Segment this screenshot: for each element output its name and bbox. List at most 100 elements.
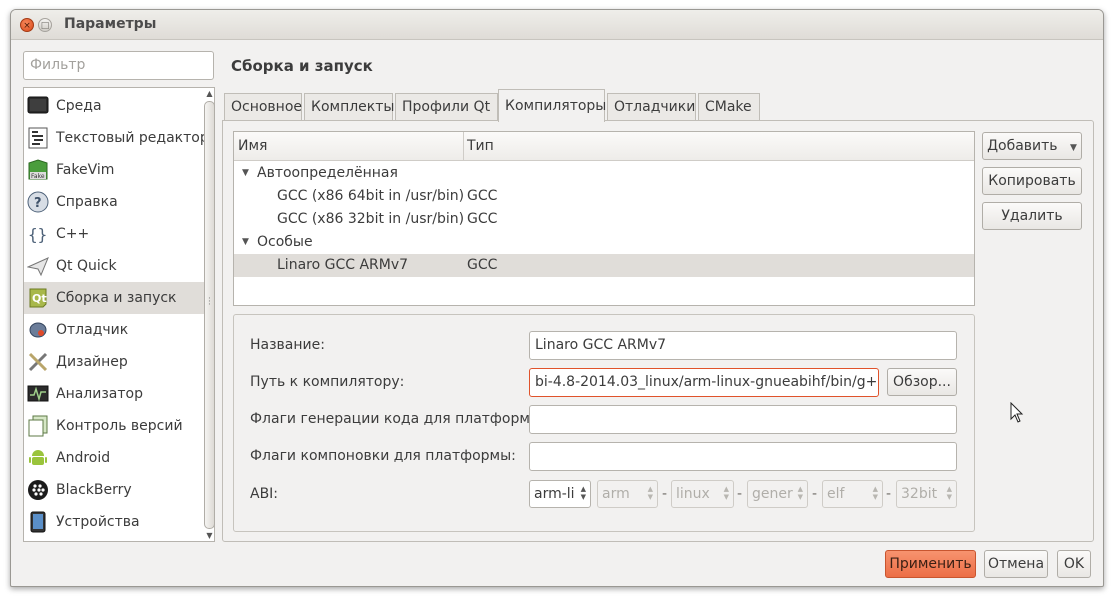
splitter-handle-icon[interactable]: · · · xyxy=(208,295,211,310)
abi-separator: - xyxy=(662,486,668,502)
abi-value: 32bit xyxy=(901,486,938,502)
abi-os-combo: linux ▲ ▼ xyxy=(671,480,734,508)
spin-arrows-icon: ▲ ▼ xyxy=(946,485,952,501)
svg-text:Fake: Fake xyxy=(31,173,45,180)
category-label: C++ xyxy=(56,226,90,242)
scrollbar-thumb[interactable] xyxy=(204,101,215,529)
scroll-up-icon[interactable]: ▲ xyxy=(204,89,215,99)
category-list: Среда Текстовый редактор Fake FakeVim ? … xyxy=(23,87,215,542)
abi-flavor-combo: gener ▲ ▼ xyxy=(747,480,808,508)
tree-row-name: Автоопределённая xyxy=(257,165,398,181)
expand-triangle-icon[interactable]: ▼ xyxy=(242,168,249,178)
version-control-icon xyxy=(27,415,49,437)
tree-row-group-manual[interactable]: ▼ Особые xyxy=(234,231,974,254)
category-item-build-run[interactable]: Qt Сборка и запуск xyxy=(24,282,204,314)
abi-width-combo: 32bit ▲ ▼ xyxy=(896,480,957,508)
browse-button[interactable]: Обзор... xyxy=(887,368,957,396)
dropdown-arrow-icon: ▼ xyxy=(1070,143,1077,153)
category-label: Анализатор xyxy=(56,386,143,402)
category-scrollbar[interactable]: ▲ ▼ xyxy=(203,87,216,542)
tree-row-name: Linaro GCC ARMv7 xyxy=(277,257,409,273)
category-item-text-editor[interactable]: Текстовый редактор xyxy=(24,122,209,154)
abi-value: elf xyxy=(827,486,845,502)
expand-triangle-icon[interactable]: ▼ xyxy=(242,237,249,247)
tree-row-type: GCC xyxy=(467,211,498,227)
link-flags-field[interactable] xyxy=(529,442,957,471)
category-item-analyzer[interactable]: Анализатор xyxy=(24,378,204,410)
tab-kits[interactable]: Комплекты xyxy=(304,93,394,121)
tree-row-name: GCC (x86 64bit in /usr/bin) xyxy=(277,188,465,204)
category-item-android[interactable]: Android xyxy=(24,442,204,474)
add-compiler-button[interactable]: Добавить ▼ xyxy=(982,132,1082,160)
remove-compiler-button[interactable]: Удалить xyxy=(982,202,1082,230)
add-button-label: Добавить xyxy=(987,138,1058,154)
tab-debuggers[interactable]: Отладчики xyxy=(607,93,696,121)
tree-row[interactable]: GCC (x86 64bit in /usr/bin) GCC xyxy=(234,185,974,208)
build-run-icon: Qt xyxy=(27,287,49,309)
help-icon: ? xyxy=(27,191,49,213)
apply-button[interactable]: Применить xyxy=(885,550,976,578)
cpp-braces-icon: {} xyxy=(27,223,49,245)
close-window-button[interactable]: × xyxy=(20,18,34,32)
category-item-cpp[interactable]: {} C++ xyxy=(24,218,204,250)
category-label: Android xyxy=(56,450,111,466)
cancel-button[interactable]: Отмена xyxy=(984,550,1048,578)
minimize-window-button[interactable]: □ xyxy=(38,18,52,32)
spin-arrows-icon[interactable]: ▲ ▼ xyxy=(581,485,586,501)
spin-arrows-icon: ▲ ▼ xyxy=(797,485,803,501)
tree-row-type: GCC xyxy=(467,257,498,273)
category-label: BlackBerry xyxy=(56,482,132,498)
category-item-version-control[interactable]: Контроль версий xyxy=(24,410,204,442)
tree-header: Имя Тип xyxy=(234,132,974,161)
text-editor-icon xyxy=(27,127,49,149)
category-item-environment[interactable]: Среда xyxy=(24,90,204,122)
category-label: Сборка и запуск xyxy=(56,290,177,306)
qtquick-icon xyxy=(26,255,49,277)
monitor-icon xyxy=(27,95,49,117)
compiler-path-field[interactable]: bi-4.8-2014.03_linux/arm-linux-gnueabihf… xyxy=(529,368,879,397)
abi-value: arm xyxy=(602,486,630,502)
column-header-type[interactable]: Тип xyxy=(467,138,494,154)
blackberry-icon xyxy=(27,479,49,501)
abi-value: gener xyxy=(752,486,793,502)
tree-row-name: GCC (x86 32bit in /usr/bin) xyxy=(277,211,465,227)
spin-arrows-icon: ▲ ▼ xyxy=(723,485,729,501)
mouse-pointer-icon xyxy=(1010,401,1024,428)
abi-architecture-spinbox[interactable]: arm-li ▲ ▼ xyxy=(529,480,591,508)
compiler-name-field[interactable]: Linaro GCC ARMv7 xyxy=(529,331,957,360)
ok-button[interactable]: OK xyxy=(1057,550,1091,578)
column-header-name[interactable]: Имя xyxy=(238,138,267,154)
abi-architecture-combo: arm ▲ ▼ xyxy=(597,480,658,508)
category-item-qtquick[interactable]: Qt Quick xyxy=(24,250,204,282)
category-item-devices[interactable]: Устройства xyxy=(24,506,204,538)
copy-compiler-button[interactable]: Копировать xyxy=(982,167,1082,195)
category-label: Qt Quick xyxy=(56,258,117,274)
tab-compilers[interactable]: Компиляторы xyxy=(498,89,606,122)
svg-text:{}: {} xyxy=(28,225,47,244)
category-item-help[interactable]: ? Справка xyxy=(24,186,204,218)
tab-general[interactable]: Основное xyxy=(224,93,302,121)
category-item-blackberry[interactable]: BlackBerry xyxy=(24,474,204,506)
filter-input[interactable]: Фильтр xyxy=(23,51,214,80)
abi-value: linux xyxy=(676,486,710,502)
compilers-tree[interactable]: Имя Тип ▼ Автоопределённая GCC (x86 64bi… xyxy=(233,131,975,306)
tree-row-selected[interactable]: Linaro GCC ARMv7 GCC xyxy=(234,254,974,277)
column-divider xyxy=(463,132,464,161)
codegen-flags-field[interactable] xyxy=(529,405,957,434)
category-label: Отладчик xyxy=(56,322,129,338)
codegen-flags-label: Флаги генерации кода для платформы: xyxy=(250,411,546,427)
scroll-down-icon[interactable]: ▼ xyxy=(204,531,215,541)
tree-row-group-auto[interactable]: ▼ Автоопределённая xyxy=(234,162,974,185)
svg-text:Qt: Qt xyxy=(32,292,47,305)
tree-row[interactable]: GCC (x86 32bit in /usr/bin) GCC xyxy=(234,208,974,231)
spin-arrows-icon: ▲ ▼ xyxy=(872,485,878,501)
tab-qt-profiles[interactable]: Профили Qt xyxy=(395,93,498,121)
category-item-fakevim[interactable]: Fake FakeVim xyxy=(24,154,204,186)
tab-cmake[interactable]: CMake xyxy=(698,93,760,121)
minimize-icon: □ xyxy=(40,21,50,31)
abi-separator: - xyxy=(886,486,892,502)
category-item-debugger[interactable]: Отладчик xyxy=(24,314,204,346)
name-label: Название: xyxy=(250,337,325,353)
compiler-path-label: Путь к компилятору: xyxy=(250,374,405,390)
category-item-designer[interactable]: Дизайнер xyxy=(24,346,204,378)
